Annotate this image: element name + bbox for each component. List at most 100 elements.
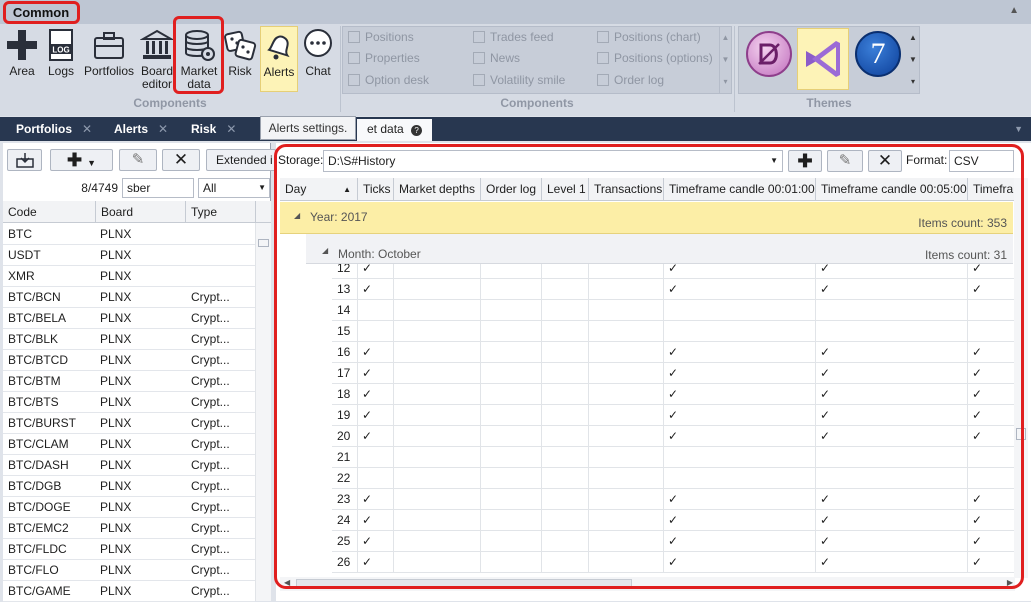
close-icon[interactable]: ✕ [158, 122, 168, 136]
available-check-cell[interactable]: ✓ [816, 489, 968, 510]
available-check-cell[interactable]: ✓ [968, 405, 1016, 426]
table-row[interactable]: USDT PLNX [3, 245, 255, 266]
available-check-cell[interactable]: ✓ [358, 426, 394, 447]
available-check-cell[interactable]: ✓ [968, 342, 1016, 363]
available-check-cell[interactable]: ✓ [968, 510, 1016, 531]
empty-cell[interactable] [358, 447, 394, 468]
empty-cell[interactable] [394, 321, 481, 342]
themes-scroll[interactable]: ▲ ▼ ▾ [907, 27, 919, 93]
empty-cell[interactable] [542, 405, 589, 426]
empty-cell[interactable] [394, 342, 481, 363]
portfolios-button[interactable]: Portfolios [82, 26, 136, 92]
available-check-cell[interactable]: ✓ [358, 489, 394, 510]
storage-path-input[interactable]: D:\S#History ▼ [323, 150, 783, 172]
empty-cell[interactable] [589, 552, 664, 573]
table-row[interactable]: BTC/FLO PLNX Crypt... [3, 560, 255, 581]
empty-cell[interactable] [394, 531, 481, 552]
empty-cell[interactable] [394, 264, 481, 279]
format-select[interactable]: CSV [949, 150, 1014, 172]
column-header-code[interactable]: Code [3, 201, 95, 223]
column-header-transactions[interactable]: Transactions [589, 178, 664, 201]
available-check-cell[interactable]: ✓ [664, 384, 816, 405]
empty-cell[interactable] [481, 510, 542, 531]
empty-cell[interactable] [542, 279, 589, 300]
empty-cell[interactable] [542, 321, 589, 342]
available-check-cell[interactable]: ✓ [358, 279, 394, 300]
available-check-cell[interactable]: ✓ [816, 342, 968, 363]
empty-cell[interactable] [358, 321, 394, 342]
available-check-cell[interactable]: ✓ [816, 510, 968, 531]
empty-cell[interactable] [968, 300, 1016, 321]
available-check-cell[interactable]: ✓ [968, 279, 1016, 300]
day-cell[interactable]: 19 [332, 405, 358, 426]
table-row[interactable]: BTC/CLAM PLNX Crypt... [3, 434, 255, 455]
empty-cell[interactable] [394, 489, 481, 510]
option-desk-item[interactable]: Option desk [348, 71, 429, 89]
scroll-right-icon[interactable]: ▶ [1007, 578, 1013, 587]
theme-d-icon[interactable] [746, 31, 792, 77]
empty-cell[interactable] [589, 363, 664, 384]
empty-cell[interactable] [481, 384, 542, 405]
delete-storage-button[interactable]: ✕ [868, 150, 902, 172]
empty-cell[interactable] [589, 468, 664, 489]
empty-cell[interactable] [481, 531, 542, 552]
edit-storage-button[interactable]: ✎ [827, 150, 863, 172]
empty-cell[interactable] [481, 342, 542, 363]
vertical-scrollbar[interactable] [255, 223, 271, 601]
empty-cell[interactable] [394, 300, 481, 321]
search-input[interactable]: sber [122, 178, 194, 198]
edit-button[interactable]: ✎ [119, 149, 157, 171]
empty-cell[interactable] [394, 468, 481, 489]
table-row[interactable]: BTC/DASH PLNX Crypt... [3, 455, 255, 476]
available-check-cell[interactable]: ✓ [968, 489, 1016, 510]
available-check-cell[interactable]: ✓ [664, 510, 816, 531]
empty-cell[interactable] [589, 531, 664, 552]
positions-chart-item[interactable]: Positions (chart) [597, 28, 701, 46]
day-cell[interactable]: 25 [332, 531, 358, 552]
trades-feed-item[interactable]: Trades feed [473, 28, 554, 46]
empty-cell[interactable] [481, 489, 542, 510]
empty-cell[interactable] [589, 384, 664, 405]
table-row[interactable]: BTC/BTCD PLNX Crypt... [3, 350, 255, 371]
delete-button[interactable]: ✕ [162, 149, 200, 171]
available-check-cell[interactable]: ✓ [664, 279, 816, 300]
table-row[interactable]: BTC PLNX [3, 224, 255, 245]
empty-cell[interactable] [542, 384, 589, 405]
table-row[interactable]: BTC/GAME PLNX Crypt... [3, 581, 255, 602]
area-button[interactable]: Area [4, 26, 40, 92]
day-cell[interactable]: 12 [332, 264, 358, 279]
collapse-triangle-icon[interactable]: ◢ [322, 246, 328, 255]
column-header-order-log[interactable]: Order log [481, 178, 542, 201]
volatility-smile-item[interactable]: Volatility smile [473, 71, 565, 89]
table-row[interactable]: XMR PLNX [3, 266, 255, 287]
table-row[interactable]: BTC/FLDC PLNX Crypt... [3, 539, 255, 560]
column-header-board[interactable]: Board [95, 201, 185, 223]
scroll-thumb[interactable] [296, 579, 632, 589]
column-header-day[interactable]: Day ▲ [280, 178, 358, 201]
empty-cell[interactable] [816, 321, 968, 342]
table-row[interactable]: BTC/BTS PLNX Crypt... [3, 392, 255, 413]
table-row[interactable]: BTC/DGB PLNX Crypt... [3, 476, 255, 497]
day-cell[interactable]: 16 [332, 342, 358, 363]
empty-cell[interactable] [816, 300, 968, 321]
available-check-cell[interactable]: ✓ [816, 279, 968, 300]
chat-button[interactable]: Chat [300, 26, 336, 92]
column-header-level1[interactable]: Level 1 [542, 178, 589, 201]
day-cell[interactable]: 18 [332, 384, 358, 405]
empty-cell[interactable] [542, 552, 589, 573]
available-check-cell[interactable]: ✓ [664, 426, 816, 447]
available-check-cell[interactable]: ✓ [664, 531, 816, 552]
tab-alerts[interactable]: Alerts ✕ [114, 117, 168, 141]
day-cell[interactable]: 26 [332, 552, 358, 573]
tab-portfolios[interactable]: Portfolios ✕ [16, 117, 92, 141]
logs-button[interactable]: LOG Logs [44, 26, 78, 92]
empty-cell[interactable] [589, 342, 664, 363]
empty-cell[interactable] [394, 363, 481, 384]
available-check-cell[interactable]: ✓ [358, 510, 394, 531]
empty-cell[interactable] [481, 363, 542, 384]
empty-cell[interactable] [664, 300, 816, 321]
empty-cell[interactable] [481, 264, 542, 279]
theme-vs-selected[interactable] [797, 28, 849, 90]
day-cell[interactable]: 22 [332, 468, 358, 489]
empty-cell[interactable] [394, 447, 481, 468]
